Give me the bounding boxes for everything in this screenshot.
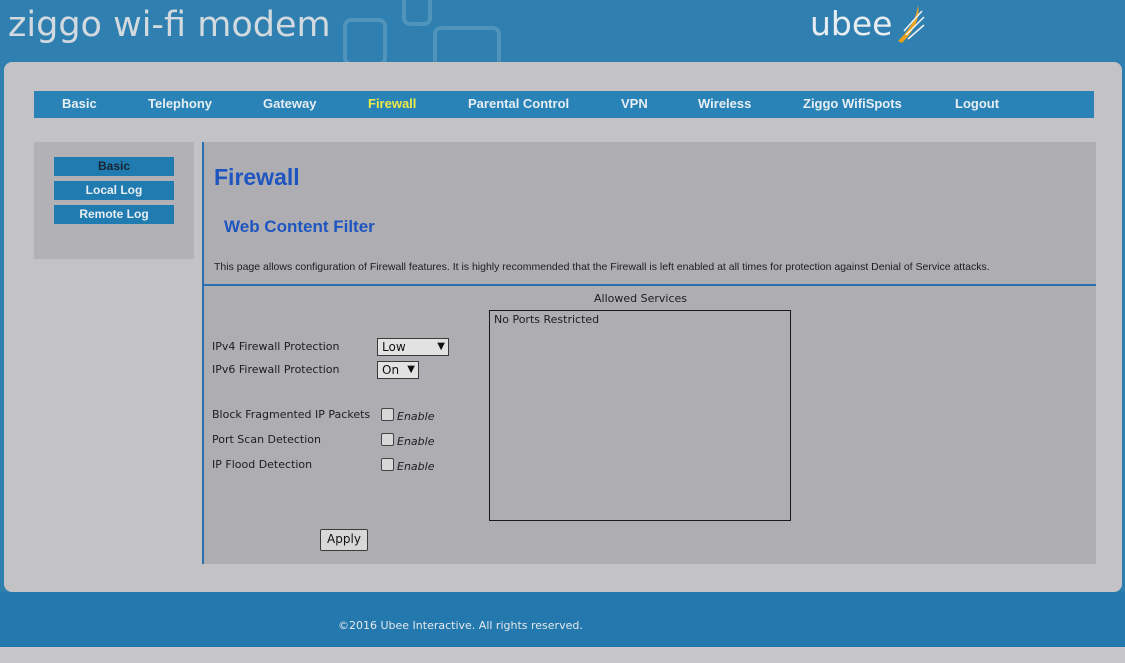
copyright-text: ©2016 Ubee Interactive. All rights reser… (338, 619, 583, 632)
ipv6-firewall-value: On (382, 363, 400, 377)
ziggo-logo: ziggo wi-fi modem (8, 4, 331, 46)
allowed-services-title: Allowed Services (594, 292, 687, 305)
main-panel: Basic Telephony Gateway Firewall Parenta… (4, 62, 1122, 592)
allowed-services-list[interactable]: No Ports Restricted (489, 310, 791, 521)
chevron-down-icon: ▼ (437, 341, 445, 352)
chevron-down-icon: ▼ (407, 364, 415, 375)
sidebar-item-local-log[interactable]: Local Log (54, 181, 174, 200)
sidebar-item-basic[interactable]: Basic (54, 157, 174, 176)
section-divider (204, 284, 1096, 286)
ipv6-firewall-select[interactable]: On ▼ (377, 361, 419, 379)
nav-telephony[interactable]: Telephony (148, 91, 212, 118)
ip-flood-checkbox[interactable] (381, 458, 394, 471)
port-scan-checkbox[interactable] (381, 433, 394, 446)
port-scan-label: Port Scan Detection (212, 433, 321, 446)
nav-firewall[interactable]: Firewall (368, 91, 416, 118)
ipv4-firewall-label: IPv4 Firewall Protection (212, 340, 340, 353)
brand-text: ubee (810, 3, 893, 43)
ip-flood-label: IP Flood Detection (212, 458, 313, 471)
page-description: This page allows configuration of Firewa… (214, 261, 990, 273)
bottom-strip (0, 647, 1125, 663)
nav-wireless[interactable]: Wireless (698, 91, 751, 118)
ubee-logo: ubee (810, 0, 926, 46)
nav-ziggo-wifispots[interactable]: Ziggo WifiSpots (803, 91, 902, 118)
ipv6-firewall-label: IPv6 Firewall Protection (212, 363, 340, 376)
list-item[interactable]: No Ports Restricted (494, 313, 599, 326)
nav-parental-control[interactable]: Parental Control (468, 91, 569, 118)
content-area: Firewall Web Content Filter This page al… (202, 142, 1096, 564)
top-navigation: Basic Telephony Gateway Firewall Parenta… (34, 91, 1094, 118)
sidebar-item-remote-log[interactable]: Remote Log (54, 205, 174, 224)
ip-flood-enable-label: Enable (397, 460, 435, 473)
nav-logout[interactable]: Logout (955, 91, 999, 118)
ipv4-firewall-value: Low (382, 340, 406, 354)
section-subtitle: Web Content Filter (224, 217, 375, 236)
decorative-square (402, 0, 432, 26)
block-fragmented-enable-label: Enable (397, 410, 435, 423)
page-footer: ©2016 Ubee Interactive. All rights reser… (0, 592, 1125, 647)
block-fragmented-checkbox[interactable] (381, 408, 394, 421)
logo-text: ziggo wi-fi modem (8, 5, 331, 45)
ipv4-firewall-select[interactable]: Low ▼ (377, 338, 449, 356)
block-fragmented-label: Block Fragmented IP Packets (212, 408, 371, 421)
nav-vpn[interactable]: VPN (621, 91, 648, 118)
nav-gateway[interactable]: Gateway (263, 91, 316, 118)
nav-basic[interactable]: Basic (62, 91, 97, 118)
apply-button[interactable]: Apply (320, 529, 368, 551)
ubee-wing-icon (898, 5, 925, 43)
decorative-square (343, 18, 387, 66)
sidebar: Basic Local Log Remote Log (34, 142, 194, 259)
page-header: ziggo wi-fi modem ubee (0, 0, 1125, 74)
port-scan-enable-label: Enable (397, 435, 435, 448)
page-title: Firewall (214, 164, 300, 190)
